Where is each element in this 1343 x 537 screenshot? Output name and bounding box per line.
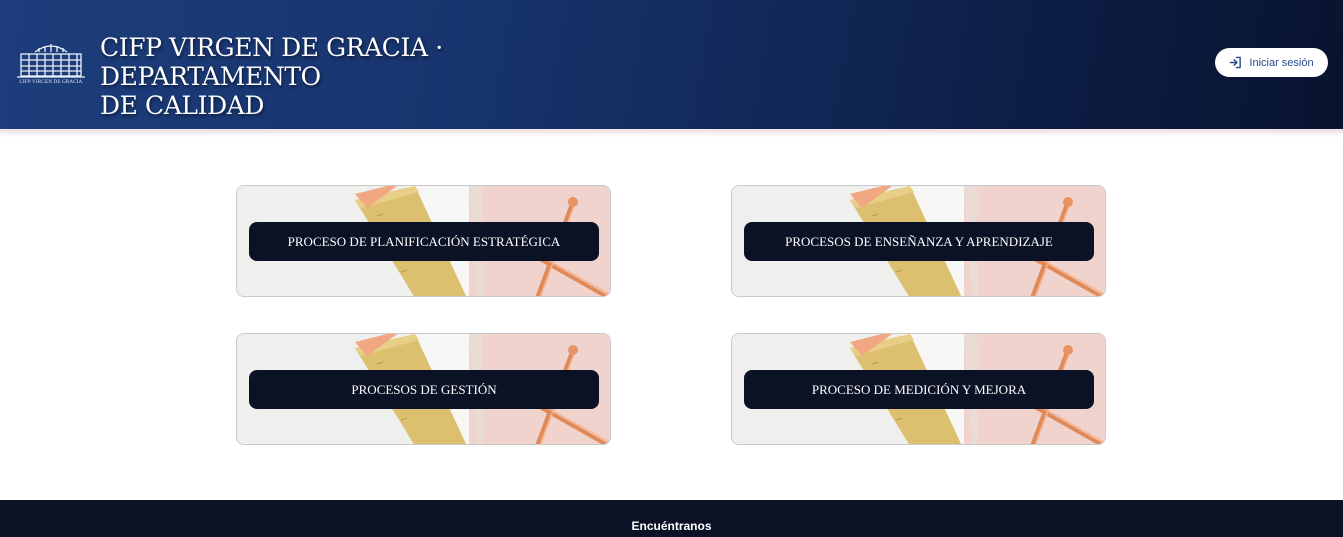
- logo-caption: CIFP VIRGEN DE GRACIA: [19, 80, 83, 85]
- card-gestion[interactable]: PROCESOS DE GESTIÓN: [236, 333, 611, 445]
- card-ensenanza-aprendizaje[interactable]: PROCESOS DE ENSEÑANZA Y APRENDIZAJE: [731, 185, 1106, 297]
- site-header: CIFP VIRGEN DE GRACIA CIFP VIRGEN DE GRA…: [0, 0, 1343, 132]
- card-label[interactable]: PROCESO DE MEDICIÓN Y MEJORA: [744, 370, 1094, 409]
- site-footer: Encuéntranos: [0, 500, 1343, 537]
- card-label[interactable]: PROCESOS DE ENSEÑANZA Y APRENDIZAJE: [744, 222, 1094, 261]
- login-label: Iniciar sesión: [1249, 56, 1314, 69]
- login-button[interactable]: Iniciar sesión: [1215, 48, 1328, 77]
- footer-title: Encuéntranos: [631, 519, 712, 533]
- card-label[interactable]: PROCESOS DE GESTIÓN: [249, 370, 599, 409]
- site-title-line-2: DE CALIDAD: [100, 91, 265, 120]
- site-title-line-1: CIFP VIRGEN DE GRACIA · DEPARTAMENTO: [100, 33, 443, 91]
- card-planificacion-estrategica[interactable]: PROCESO DE PLANIFICACIÓN ESTRATÉGICA: [236, 185, 611, 297]
- card-medicion-mejora[interactable]: PROCESO DE MEDICIÓN Y MEJORA: [731, 333, 1106, 445]
- card-label[interactable]: PROCESO DE PLANIFICACIÓN ESTRATÉGICA: [249, 222, 599, 261]
- site-title: CIFP VIRGEN DE GRACIA · DEPARTAMENTO DE …: [100, 33, 660, 120]
- login-icon: [1230, 56, 1242, 69]
